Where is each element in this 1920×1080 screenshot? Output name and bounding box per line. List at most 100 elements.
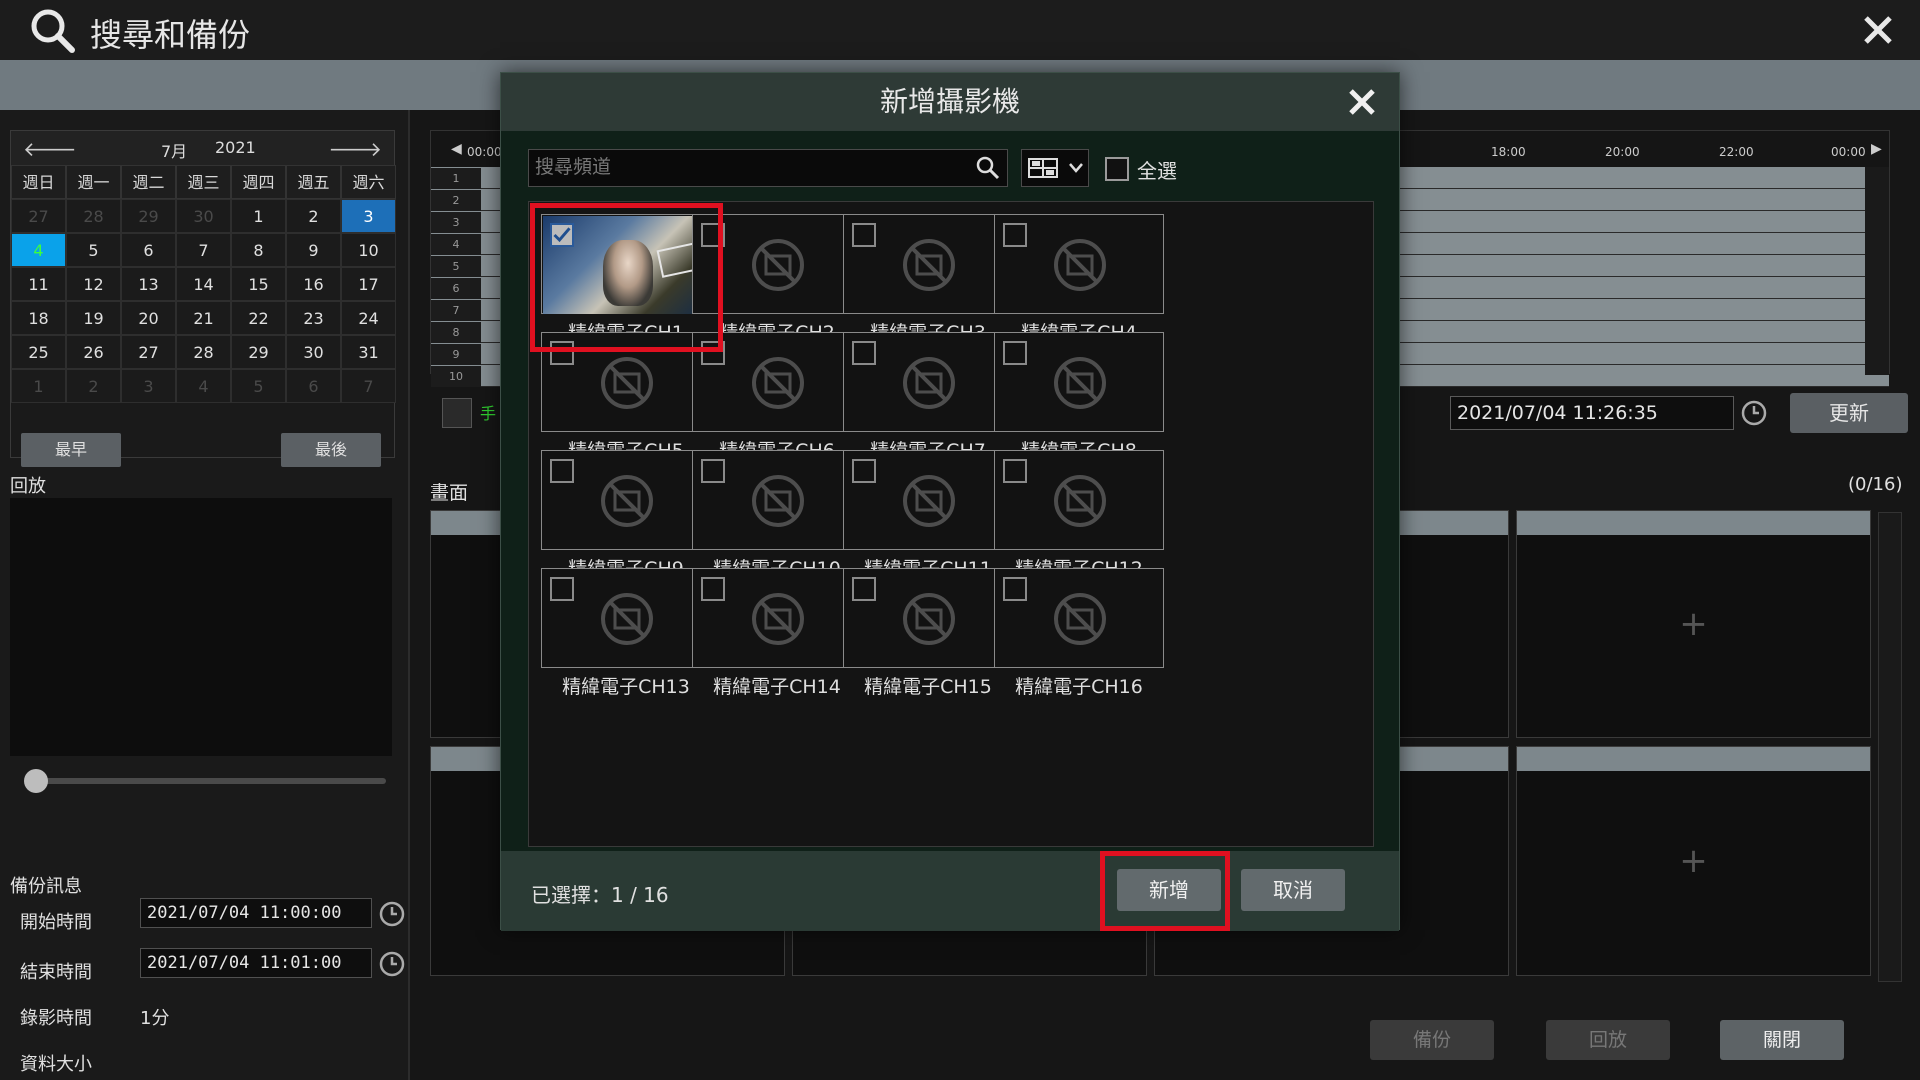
clock-icon[interactable] (378, 950, 406, 978)
channel-checkbox[interactable] (852, 459, 876, 483)
calendar-day[interactable]: 16 (286, 267, 341, 301)
calendar-day[interactable]: 2 (66, 369, 121, 403)
channel-search-input[interactable] (529, 150, 969, 186)
select-all-checkbox[interactable] (1105, 157, 1129, 181)
channel-thumbnail[interactable] (994, 214, 1164, 314)
calendar-day[interactable]: 7 (341, 369, 396, 403)
screen-slot[interactable]: + (1516, 746, 1871, 976)
calendar-day[interactable]: 10 (341, 233, 396, 267)
calendar-day[interactable]: 14 (176, 267, 231, 301)
channel-thumbnail[interactable] (541, 568, 711, 668)
channel-checkbox[interactable] (1003, 577, 1027, 601)
channel-thumbnail[interactable] (541, 450, 711, 550)
screen-scrollbar[interactable] (1878, 512, 1902, 982)
calendar-day[interactable]: 20 (121, 301, 176, 335)
calendar-day[interactable]: 6 (286, 369, 341, 403)
calendar-day[interactable]: 21 (176, 301, 231, 335)
channel-thumbnail[interactable] (692, 568, 862, 668)
timeline-scrollbar[interactable] (1865, 167, 1889, 375)
calendar-day[interactable]: 29 (231, 335, 286, 369)
channel-thumbnail[interactable] (843, 332, 1013, 432)
manual-icon[interactable] (442, 398, 472, 428)
calendar-day[interactable]: 15 (231, 267, 286, 301)
view-mode-select[interactable] (1021, 149, 1089, 187)
earliest-button[interactable]: 最早 (21, 433, 121, 467)
calendar-day[interactable]: 27 (121, 335, 176, 369)
calendar-day[interactable]: 9 (286, 233, 341, 267)
calendar-day[interactable]: 12 (66, 267, 121, 301)
channel-checkbox[interactable] (1003, 341, 1027, 365)
calendar-day[interactable]: 8 (231, 233, 286, 267)
calendar-day[interactable]: 23 (286, 301, 341, 335)
channel-checkbox[interactable] (852, 577, 876, 601)
channel-tile[interactable]: 精緯電子CH16 (994, 568, 1164, 708)
calendar-day[interactable]: 2 (286, 199, 341, 233)
calendar-day[interactable]: 3 (121, 369, 176, 403)
calendar-day[interactable]: 30 (176, 199, 231, 233)
update-button[interactable]: 更新 (1790, 393, 1908, 433)
next-month-icon[interactable]: 🡒 (328, 137, 382, 161)
channel-checkbox[interactable] (852, 223, 876, 247)
channel-thumbnail[interactable] (843, 568, 1013, 668)
channel-checkbox[interactable] (701, 459, 725, 483)
playback-slider[interactable] (28, 778, 386, 784)
search-icon[interactable] (975, 155, 1001, 181)
channel-checkbox[interactable] (701, 577, 725, 601)
playback-button[interactable]: 回放 (1546, 1020, 1670, 1060)
add-icon[interactable]: + (1679, 604, 1708, 644)
close-icon[interactable] (1345, 85, 1379, 119)
calendar-day[interactable]: 24 (341, 301, 396, 335)
calendar-day[interactable]: 1 (231, 199, 286, 233)
calendar-day[interactable]: 6 (121, 233, 176, 267)
channel-checkbox[interactable] (1003, 459, 1027, 483)
channel-checkbox[interactable] (852, 341, 876, 365)
calendar-day[interactable]: 7 (176, 233, 231, 267)
channel-tile[interactable]: 精緯電子CH13 (541, 568, 711, 708)
calendar-day[interactable]: 26 (66, 335, 121, 369)
channel-tile[interactable]: 精緯電子CH14 (692, 568, 862, 708)
datetime-field[interactable]: 2021/07/04 11:26:35 (1450, 396, 1734, 430)
channel-checkbox[interactable] (1003, 223, 1027, 247)
channel-thumbnail[interactable] (692, 450, 862, 550)
calendar-day[interactable]: 5 (231, 369, 286, 403)
close-icon[interactable] (1860, 12, 1896, 48)
close-button[interactable]: 關閉 (1720, 1020, 1844, 1060)
calendar-day[interactable]: 4 (176, 369, 231, 403)
calendar-day[interactable]: 3 (341, 199, 396, 233)
channel-tile[interactable]: 精緯電子CH15 (843, 568, 1013, 708)
channel-checkbox[interactable] (550, 459, 574, 483)
clock-icon[interactable] (1740, 399, 1768, 427)
channel-thumbnail[interactable] (994, 450, 1164, 550)
playback-slider-handle[interactable] (24, 769, 48, 793)
calendar-day[interactable]: 1 (11, 369, 66, 403)
clock-icon[interactable] (378, 900, 406, 928)
channel-thumbnail[interactable] (994, 568, 1164, 668)
channel-checkbox[interactable] (550, 577, 574, 601)
calendar-day[interactable]: 31 (341, 335, 396, 369)
calendar-day[interactable]: 19 (66, 301, 121, 335)
calendar-day[interactable]: 25 (11, 335, 66, 369)
calendar-day[interactable]: 5 (66, 233, 121, 267)
channel-thumbnail[interactable] (843, 450, 1013, 550)
calendar-day[interactable]: 18 (11, 301, 66, 335)
screen-slot[interactable]: + (1516, 510, 1871, 738)
cancel-button[interactable]: 取消 (1241, 869, 1345, 911)
calendar-day[interactable]: 28 (176, 335, 231, 369)
prev-month-icon[interactable]: 🡐 (23, 137, 77, 161)
calendar-day[interactable]: 17 (341, 267, 396, 301)
calendar-day[interactable]: 11 (11, 267, 66, 301)
timeline-right-arrow[interactable]: ▶ (1871, 141, 1882, 157)
calendar-day[interactable]: 22 (231, 301, 286, 335)
timeline-left-arrow[interactable]: ◀ (451, 141, 462, 157)
start-time-field[interactable]: 2021/07/04 11:00:00 (140, 898, 372, 928)
calendar-day[interactable]: 30 (286, 335, 341, 369)
calendar-day[interactable]: 13 (121, 267, 176, 301)
calendar-day[interactable]: 28 (66, 199, 121, 233)
add-icon[interactable]: + (1679, 841, 1708, 881)
channel-thumbnail[interactable] (994, 332, 1164, 432)
latest-button[interactable]: 最後 (281, 433, 381, 467)
channel-thumbnail[interactable] (843, 214, 1013, 314)
calendar-day[interactable]: 29 (121, 199, 176, 233)
backup-button[interactable]: 備份 (1370, 1020, 1494, 1060)
calendar-day[interactable]: 4 (11, 233, 66, 267)
